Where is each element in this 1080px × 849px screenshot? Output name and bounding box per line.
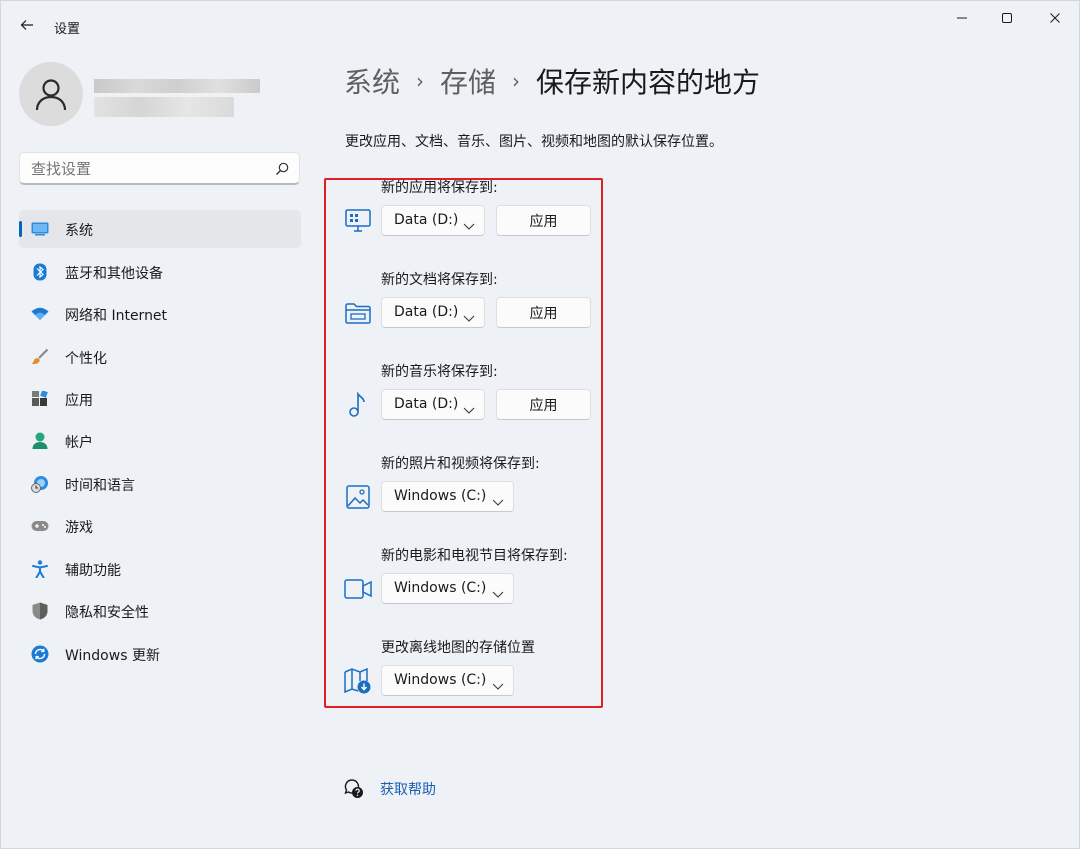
dropdown-value: Data (D:) <box>394 304 459 320</box>
sidebar-item-label: 帐户 <box>65 435 93 451</box>
windows-update-icon <box>31 645 49 663</box>
maps-save-label: 更改离线地图的存储位置 <box>381 640 535 656</box>
apps-apply-button[interactable]: 应用 <box>496 205 591 236</box>
apps-icon <box>31 390 49 408</box>
dropdown-value: Windows (C:) <box>394 580 487 596</box>
time-language-icon <box>31 475 49 493</box>
wifi-icon <box>31 305 49 323</box>
sidebar-item-label: 辅助功能 <box>65 563 121 579</box>
title-bar: 设置 <box>1 1 1079 49</box>
maximize-icon[interactable] <box>984 5 1030 31</box>
accessibility-icon <box>31 560 49 578</box>
user-name-redacted <box>94 79 260 93</box>
user-email-redacted <box>94 97 234 117</box>
sidebar-item-time-language[interactable]: 时间和语言 <box>19 465 301 503</box>
active-indicator <box>19 221 22 237</box>
back-arrow-icon[interactable] <box>15 13 39 37</box>
chevron-right-icon: › <box>512 69 521 93</box>
music-drive-dropdown[interactable]: Data (D:) <box>381 389 485 420</box>
music-save-label: 新的音乐将保存到: <box>381 364 498 380</box>
photos-drive-dropdown[interactable]: Windows (C:) <box>381 481 514 512</box>
sidebar-item-accounts[interactable]: 帐户 <box>19 422 301 460</box>
breadcrumb: 系统 › 存储 › 保存新内容的地方 <box>344 61 760 101</box>
minimize-icon[interactable] <box>939 5 985 31</box>
search-icon[interactable] <box>275 161 289 175</box>
get-help-label: 获取帮助 <box>380 782 436 798</box>
sidebar-item-gaming[interactable]: 游戏 <box>19 507 301 545</box>
dropdown-value: Windows (C:) <box>394 672 487 688</box>
shield-icon <box>31 602 49 620</box>
sidebar-item-accessibility[interactable]: 辅助功能 <box>19 550 301 588</box>
offline-map-icon <box>344 667 372 695</box>
picture-icon <box>344 483 372 511</box>
sidebar-item-apps[interactable]: 应用 <box>19 380 301 418</box>
user-avatar-icon[interactable] <box>19 62 83 126</box>
search-box[interactable] <box>19 152 300 185</box>
folder-documents-icon <box>344 299 372 327</box>
sidebar-item-windows-update[interactable]: Windows 更新 <box>19 635 301 673</box>
apps-monitor-icon <box>344 207 372 235</box>
documents-save-label: 新的文档将保存到: <box>381 272 498 288</box>
page-title: 保存新内容的地方 <box>536 66 761 99</box>
dropdown-value: Data (D:) <box>394 396 459 412</box>
apps-drive-dropdown[interactable]: Data (D:) <box>381 205 485 236</box>
chevron-down-icon <box>492 492 504 506</box>
sidebar-item-label: 应用 <box>65 393 93 409</box>
sidebar-item-label: 游戏 <box>65 520 93 536</box>
photos-save-label: 新的照片和视频将保存到: <box>381 456 540 472</box>
search-input[interactable] <box>31 160 261 178</box>
video-camera-icon <box>344 575 372 603</box>
gamepad-icon <box>31 517 49 535</box>
system-display-icon <box>31 220 49 238</box>
bluetooth-icon <box>31 263 49 281</box>
account-icon <box>31 432 49 450</box>
sidebar-item-label: 蓝牙和其他设备 <box>65 266 163 282</box>
sidebar-item-label: 隐私和安全性 <box>65 605 149 621</box>
chevron-down-icon <box>463 216 475 230</box>
sidebar-item-label: 个性化 <box>65 351 107 367</box>
maps-drive-dropdown[interactable]: Windows (C:) <box>381 665 514 696</box>
apps-save-label: 新的应用将保存到: <box>381 180 498 196</box>
dropdown-value: Windows (C:) <box>394 488 487 504</box>
dropdown-value: Data (D:) <box>394 212 459 228</box>
sidebar-item-system[interactable]: 系统 <box>19 210 301 248</box>
music-apply-button[interactable]: 应用 <box>496 389 591 420</box>
help-chat-icon <box>344 779 364 799</box>
chevron-down-icon <box>492 584 504 598</box>
paintbrush-icon <box>31 348 49 366</box>
sidebar-item-privacy[interactable]: 隐私和安全性 <box>19 592 301 630</box>
sidebar-item-label: 系统 <box>65 223 93 239</box>
sidebar-item-bluetooth[interactable]: 蓝牙和其他设备 <box>19 253 301 291</box>
settings-window: 设置 系统 蓝牙和其他设备 <box>0 0 1080 849</box>
page-description: 更改应用、文档、音乐、图片、视频和地图的默认保存位置。 <box>345 134 723 150</box>
movies-drive-dropdown[interactable]: Windows (C:) <box>381 573 514 604</box>
music-note-icon <box>344 391 372 419</box>
chevron-down-icon <box>463 308 475 322</box>
highlight-box <box>324 178 603 708</box>
chevron-right-icon: › <box>416 69 425 93</box>
sidebar-item-network[interactable]: 网络和 Internet <box>19 295 301 333</box>
sidebar-item-label: 网络和 Internet <box>65 308 168 324</box>
sidebar-item-label: 时间和语言 <box>65 478 135 494</box>
chevron-down-icon <box>463 400 475 414</box>
documents-drive-dropdown[interactable]: Data (D:) <box>381 297 485 328</box>
breadcrumb-system[interactable]: 系统 <box>344 61 400 101</box>
sidebar-item-personalization[interactable]: 个性化 <box>19 338 301 376</box>
sidebar-item-label: Windows 更新 <box>65 648 160 664</box>
close-icon[interactable] <box>1032 5 1078 31</box>
app-title: 设置 <box>54 22 81 37</box>
get-help-link[interactable]: 获取帮助 <box>344 779 436 799</box>
breadcrumb-storage[interactable]: 存储 <box>440 61 496 101</box>
movies-save-label: 新的电影和电视节目将保存到: <box>381 548 568 564</box>
documents-apply-button[interactable]: 应用 <box>496 297 591 328</box>
chevron-down-icon <box>492 676 504 690</box>
